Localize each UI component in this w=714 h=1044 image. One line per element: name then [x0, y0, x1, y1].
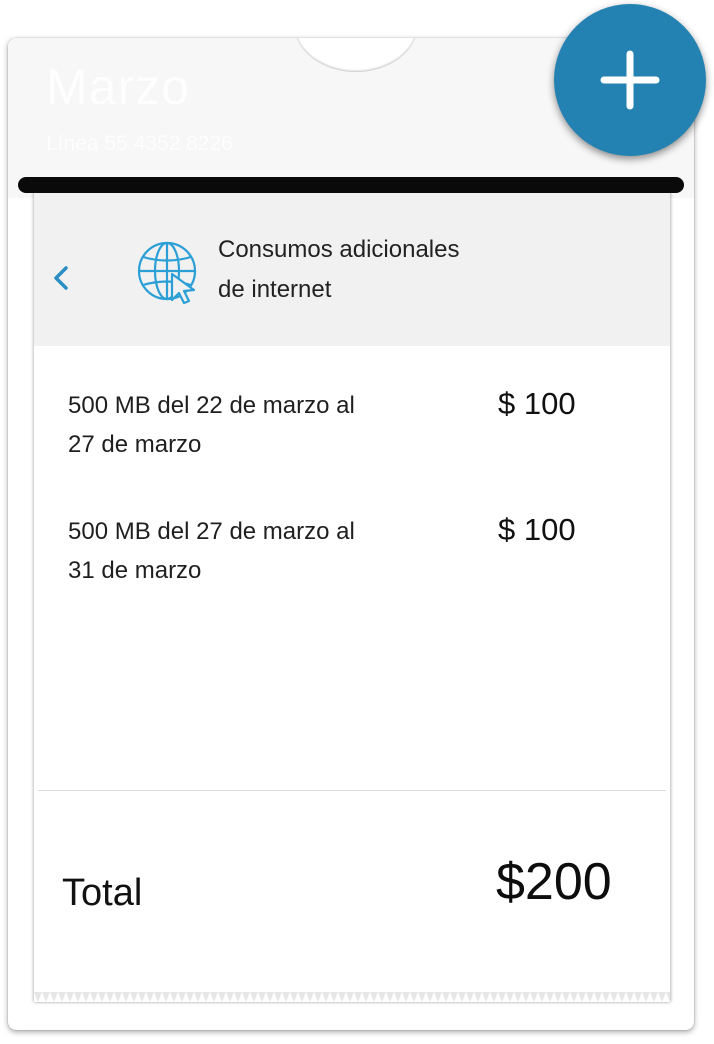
item-price: $ 100 — [498, 512, 576, 547]
globe-cursor-icon — [137, 241, 197, 305]
total-label: Total — [62, 872, 143, 914]
item-description-line1: 500 MB del 22 de marzo al — [68, 392, 355, 419]
app-screen: Marzo Línea 55 4352 8226 Consumos adicio… — [0, 0, 714, 1044]
detail-title: Consumos adicionales de internet — [218, 230, 558, 310]
item-description-line2: 27 de marzo — [68, 431, 202, 458]
back-button[interactable] — [48, 258, 76, 298]
phone-line-label: Línea 55 4352 8226 — [46, 132, 233, 155]
month-title: Marzo — [46, 59, 190, 115]
item-description: 500 MB del 27 de marzo al 31 de marzo — [68, 512, 428, 590]
item-description-line2: 31 de marzo — [68, 557, 202, 584]
receipt-header: Consumos adicionales de internet — [34, 186, 670, 346]
total-value: $200 — [496, 853, 612, 911]
receipt-torn-edge — [34, 992, 670, 1002]
add-button[interactable] — [554, 4, 706, 156]
receipt-panel: Consumos adicionales de internet 500 MB … — [34, 186, 670, 1002]
plus-icon — [600, 50, 660, 110]
detail-title-line1: Consumos adicionales — [218, 236, 460, 263]
chevron-left-icon — [54, 266, 68, 290]
item-price: $ 100 — [498, 386, 576, 421]
total-divider — [38, 790, 666, 791]
receipt-slot — [18, 177, 684, 193]
item-description-line1: 500 MB del 27 de marzo al — [68, 518, 355, 545]
detail-title-line2: de internet — [218, 276, 332, 303]
item-description: 500 MB del 22 de marzo al 27 de marzo — [68, 386, 428, 464]
